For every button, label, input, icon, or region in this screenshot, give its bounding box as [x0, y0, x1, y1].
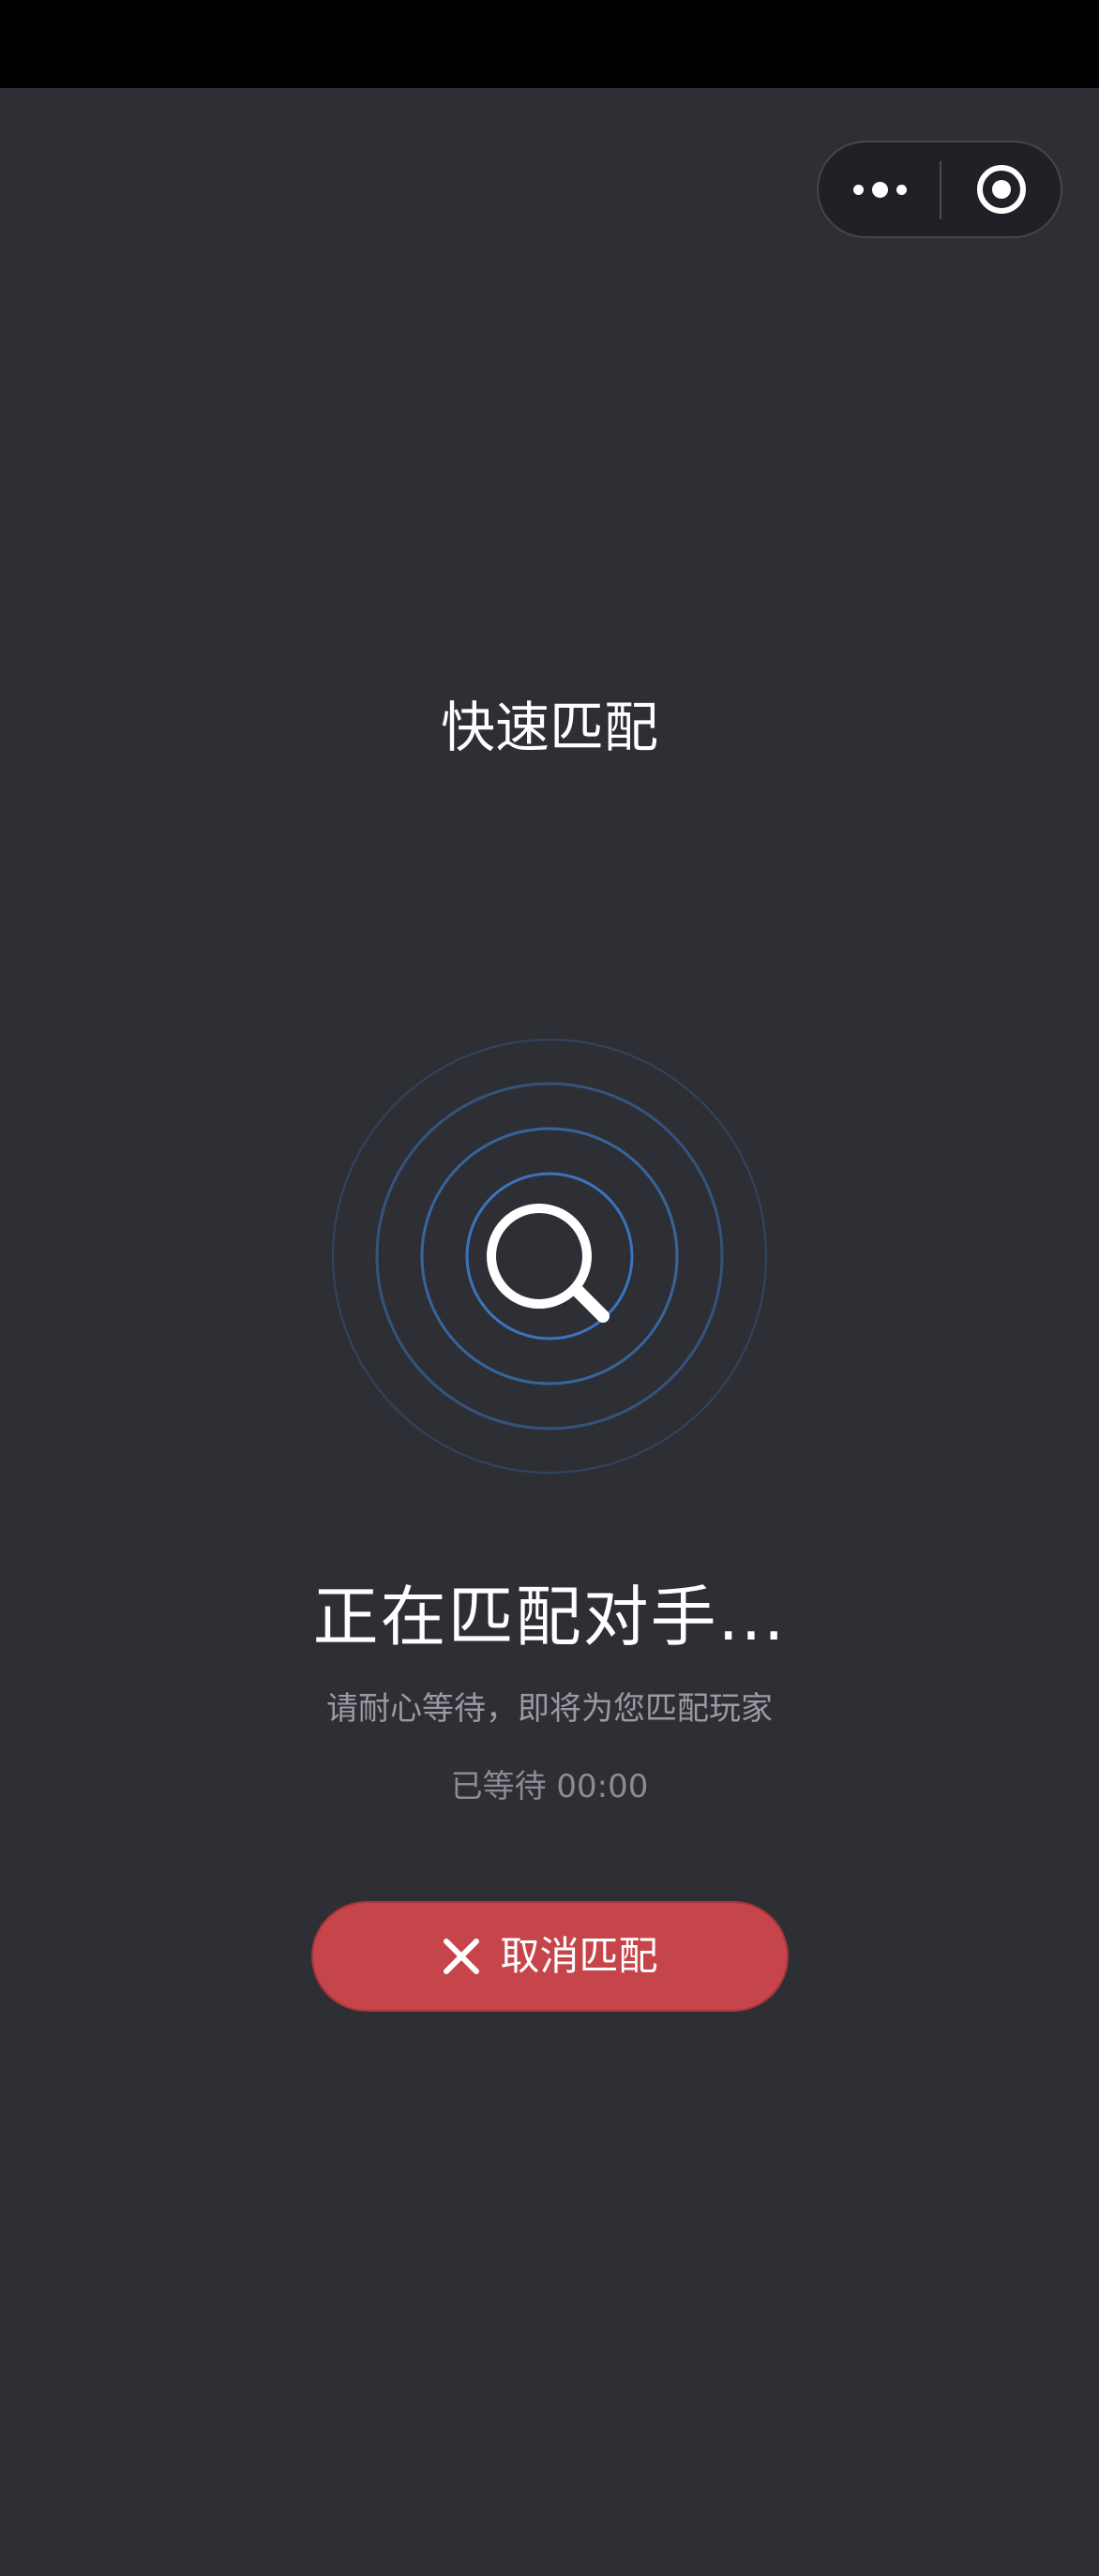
wait-time: 00:00: [556, 1768, 649, 1805]
status-bar: [0, 0, 1099, 88]
more-dots-icon: [852, 184, 864, 195]
match-screen: 快速匹配 正在匹配对手... 请耐心等待，即将为您匹配玩家 已等待 00:00 …: [0, 0, 1099, 2576]
page-title: 快速匹配: [440, 696, 658, 759]
wait-timer: 已等待 00:00: [0, 1764, 1099, 1809]
radar-ring-3: [375, 1082, 724, 1430]
matching-subtitle: 请耐心等待，即将为您匹配玩家: [326, 1690, 773, 1728]
exit-button[interactable]: [941, 142, 1061, 236]
target-ring-icon: [976, 165, 1026, 214]
radar-ring-outer: [332, 1039, 767, 1474]
radar-animation: [332, 1039, 767, 1474]
close-icon: [444, 1939, 480, 1974]
wait-label: 已等待: [450, 1768, 547, 1805]
cancel-match-button[interactable]: 取消匹配: [311, 1901, 789, 2012]
mini-program-capsule: [817, 141, 1062, 238]
radar-ring-2: [420, 1127, 679, 1385]
cancel-match-label: 取消匹配: [500, 1933, 658, 1979]
more-button[interactable]: [819, 142, 941, 236]
search-icon: [487, 1204, 610, 1323]
matching-status-title: 正在匹配对手...: [312, 1579, 787, 1655]
